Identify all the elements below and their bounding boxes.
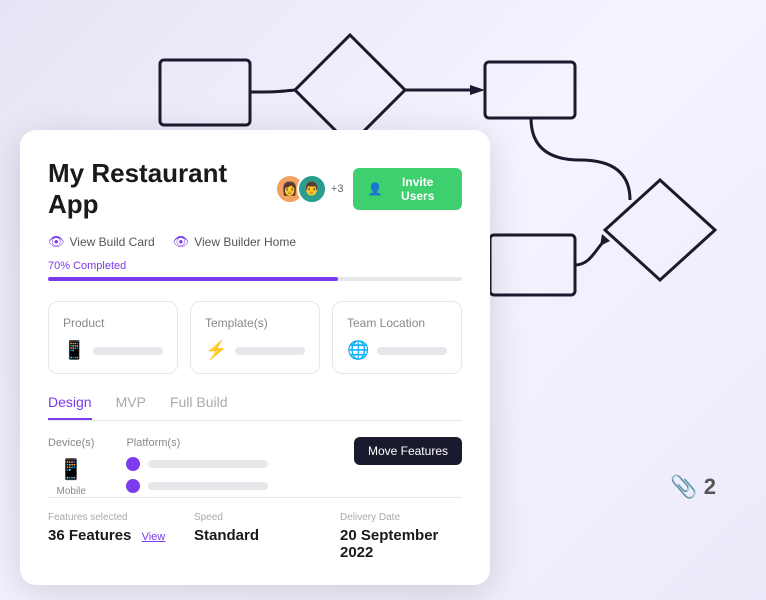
- platforms-column: Platform(s): [126, 437, 354, 493]
- view-build-card-label: View Build Card: [70, 235, 155, 249]
- templates-label: Template(s): [205, 316, 305, 330]
- platform-row-1: [126, 457, 354, 471]
- templates-bar: [235, 347, 305, 355]
- stats-row: Features selected 36 Features View Speed…: [48, 497, 462, 561]
- progress-section: 70% Completed: [48, 260, 462, 281]
- mobile-device: 📱 Mobile: [48, 457, 94, 497]
- paperclip-icon: 📎: [670, 474, 697, 500]
- tab-mvp[interactable]: MVP: [116, 394, 146, 420]
- invite-users-button[interactable]: 👤 Invite Users: [353, 168, 462, 210]
- tab-full-build[interactable]: Full Build: [170, 394, 228, 420]
- info-card-product: Product 📱: [48, 301, 178, 374]
- card-header: My Restaurant App 👩 👨 +3 👤 Invite Users: [48, 158, 462, 220]
- links-row: 👁 View Build Card 👁 View Builder Home: [48, 234, 462, 250]
- layers-icon: ⚡: [205, 340, 227, 361]
- paperclip-badge: 📎 2: [670, 474, 716, 500]
- info-card-templates: Template(s) ⚡: [190, 301, 320, 374]
- view-features-link[interactable]: View: [142, 531, 166, 543]
- globe-icon: 🌐: [347, 340, 369, 361]
- view-builder-home-link[interactable]: 👁 View Builder Home: [173, 234, 296, 250]
- avatar-2: 👨: [297, 174, 327, 204]
- speed-label: Speed: [194, 512, 316, 523]
- view-builder-home-label: View Builder Home: [194, 235, 296, 249]
- app-title: My Restaurant App: [48, 158, 275, 220]
- platform-dot-2: [126, 479, 140, 493]
- speed-value: Standard: [194, 527, 316, 544]
- eye-icon-1: 👁: [48, 234, 65, 250]
- platform-bar-1: [148, 460, 268, 468]
- info-cards-row: Product 📱 Template(s) ⚡ Team Location 🌐: [48, 301, 462, 374]
- delivery-date-value: 20 September 2022: [340, 527, 462, 561]
- devices-column: Device(s) 📱 Mobile: [48, 437, 94, 497]
- platform-dot-1: [126, 457, 140, 471]
- team-location-bar: [377, 347, 447, 355]
- header-right: 👩 👨 +3 👤 Invite Users: [275, 168, 462, 210]
- devices-platforms-row: Device(s) 📱 Mobile Platform(s): [48, 437, 462, 497]
- stat-speed: Speed Standard: [194, 512, 316, 561]
- platform-bar-2: [148, 482, 268, 490]
- avatars: 👩 👨 +3: [275, 174, 344, 204]
- paperclip-count: 2: [704, 474, 716, 500]
- mobile-icon: 📱: [63, 340, 85, 361]
- platform-row-2: [126, 479, 354, 493]
- move-features-container: Move Features: [354, 437, 462, 465]
- product-label: Product: [63, 316, 163, 330]
- product-content: 📱: [63, 340, 163, 361]
- tab-content-design: Device(s) 📱 Mobile Platform(s): [48, 437, 462, 561]
- progress-label: 70% Completed: [48, 260, 462, 272]
- smartphone-icon: 📱: [59, 457, 84, 482]
- stat-features-selected: Features selected 36 Features View: [48, 512, 170, 561]
- devices-label: Device(s): [48, 437, 94, 449]
- team-location-label: Team Location: [347, 316, 447, 330]
- progress-bar-background: [48, 277, 462, 281]
- features-selected-value: 36 Features View: [48, 527, 170, 544]
- mobile-label: Mobile: [56, 486, 85, 497]
- features-count: 36 Features: [48, 527, 131, 544]
- move-features-button[interactable]: Move Features: [354, 437, 462, 465]
- platforms-label: Platform(s): [126, 437, 354, 449]
- progress-bar-fill: [48, 277, 338, 281]
- team-location-content: 🌐: [347, 340, 447, 361]
- delivery-date-label: Delivery Date: [340, 512, 462, 523]
- product-bar: [93, 347, 163, 355]
- features-selected-label: Features selected: [48, 512, 170, 523]
- info-card-team-location: Team Location 🌐: [332, 301, 462, 374]
- tabs-row: Design MVP Full Build: [48, 394, 462, 421]
- avatar-count: +3: [331, 183, 344, 195]
- tab-design[interactable]: Design: [48, 394, 92, 420]
- stat-delivery-date: Delivery Date 20 September 2022: [340, 512, 462, 561]
- eye-icon-2: 👁: [173, 234, 190, 250]
- user-plus-icon: 👤: [367, 182, 382, 196]
- templates-content: ⚡: [205, 340, 305, 361]
- view-build-card-link[interactable]: 👁 View Build Card: [48, 234, 155, 250]
- main-card: My Restaurant App 👩 👨 +3 👤 Invite Users …: [20, 130, 490, 585]
- invite-label: Invite Users: [387, 175, 448, 203]
